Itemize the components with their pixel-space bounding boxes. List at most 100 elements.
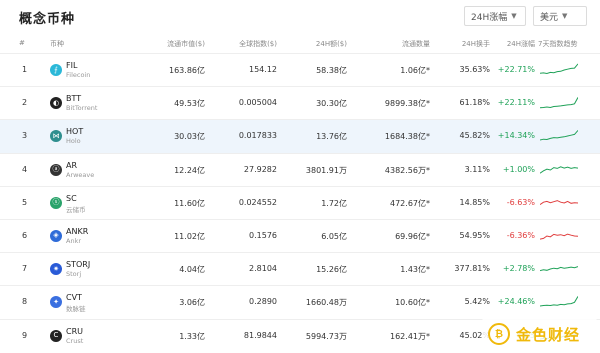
- table-row[interactable]: 6 ◈ ANKR Ankr 11.02亿 0.1576 6.05亿 69.96亿* 54.95%…: [0, 218, 600, 252]
- watermark-text: 金色财经: [516, 325, 581, 344]
- global-index-value: 81.9844: [243, 330, 277, 340]
- row-rank: 9: [22, 330, 28, 340]
- volume-value: 3801.91万: [305, 165, 347, 175]
- coin-symbol[interactable]: HOT: [66, 127, 83, 136]
- row-rank: 8: [22, 297, 28, 307]
- global-index-value: 0.005004: [238, 98, 277, 108]
- storj-icon: ✷: [50, 263, 62, 276]
- bittorrent-icon: ◐: [50, 97, 62, 110]
- coin-symbol[interactable]: AR: [66, 161, 77, 170]
- coin-symbol[interactable]: CVT: [66, 293, 82, 302]
- row-rank: 6: [22, 230, 28, 240]
- sparkline-path: [540, 233, 578, 240]
- coin-name: Ankr: [66, 236, 82, 245]
- crust-icon: C: [50, 329, 62, 342]
- coin-name: 云储币: [66, 205, 86, 214]
- turnover-value: 61.18%: [459, 98, 490, 108]
- market-cap-value: 49.53亿: [174, 99, 205, 109]
- market-cap-value: 30.03亿: [174, 132, 205, 142]
- coin-table-body: 1 ⨍ FIL Filecoin 163.86亿 154.12 58.38亿 1.06亿* 35…: [0, 53, 600, 352]
- col-change[interactable]: 24H涨幅: [507, 39, 535, 49]
- sparkline-path: [540, 266, 578, 272]
- arweave-icon: ⓐ: [50, 163, 62, 176]
- col-supply[interactable]: 流通数量: [402, 39, 430, 49]
- global-index-value: 27.9282: [243, 164, 277, 174]
- coin-name: Holo: [66, 137, 81, 146]
- coin-symbol[interactable]: CRU: [66, 327, 83, 336]
- siacoin-icon: ⓢ: [50, 196, 62, 209]
- coin-symbol[interactable]: STORJ: [66, 260, 90, 269]
- col-global-index[interactable]: 全球指数($): [239, 39, 277, 49]
- sparkline-path: [540, 97, 578, 109]
- market-cap-value: 3.06亿: [179, 298, 205, 308]
- currency-dropdown-label: 美元: [540, 12, 559, 23]
- row-rank: 3: [22, 131, 28, 141]
- supply-value: 472.67亿*: [390, 198, 430, 208]
- col-turnover[interactable]: 24H换手: [462, 39, 490, 49]
- supply-value: 4382.56万*: [384, 165, 430, 175]
- turnover-value: 45.82%: [459, 131, 490, 141]
- global-index-value: 0.024552: [238, 197, 277, 207]
- global-index-value: 0.1576: [249, 230, 277, 240]
- chevron-down-icon: ▼: [562, 12, 568, 20]
- coin-symbol[interactable]: SC: [66, 194, 77, 203]
- market-cap-value: 163.86亿: [169, 66, 205, 75]
- sparkline-path: [540, 199, 578, 205]
- cybervein-icon: ✦: [50, 296, 62, 309]
- row-rank: 1: [22, 65, 28, 74]
- change-value: +14.34%: [497, 131, 535, 141]
- col-coin[interactable]: 币种: [50, 39, 64, 49]
- turnover-value: 5.42%: [464, 297, 490, 307]
- table-row[interactable]: 1 ⨍ FIL Filecoin 163.86亿 154.12 58.38亿 1.06亿* 35…: [0, 53, 600, 86]
- sparkline-path: [540, 63, 578, 75]
- market-cap-value: 11.60亿: [174, 198, 205, 208]
- coin-symbol[interactable]: ANKR: [66, 227, 88, 236]
- trend-sparkline: [540, 97, 578, 109]
- jinse-logo-icon: ₿: [488, 323, 510, 345]
- col-rank[interactable]: #: [19, 39, 25, 47]
- trend-sparkline: [540, 63, 578, 75]
- coin-symbol[interactable]: BTT: [66, 94, 81, 103]
- col-volume[interactable]: 24H额($): [316, 39, 347, 49]
- row-rank: 4: [22, 164, 28, 174]
- supply-value: 162.41万*: [390, 331, 430, 341]
- table-row[interactable]: 5 ⓢ SC 云储币 11.60亿 0.024552 1.72亿 472.67亿* 14.85%…: [0, 185, 600, 219]
- table-row[interactable]: 8 ✦ CVT 数脉链 3.06亿 0.2890 1660.48万 10.60亿* 5.42% +…: [0, 285, 600, 318]
- global-index-value: 154.12: [249, 65, 277, 74]
- market-cap-value: 1.33亿: [179, 331, 205, 341]
- change-value: -6.36%: [506, 230, 535, 240]
- volume-value: 13.76亿: [316, 132, 347, 142]
- volume-value: 30.30亿: [316, 99, 347, 109]
- supply-value: 1684.38亿*: [384, 132, 430, 142]
- table-row[interactable]: 3 ⋈ HOT Holo 30.03亿 0.017833 13.76亿 1684.38亿* 45…: [0, 119, 600, 153]
- change-value: +22.11%: [497, 98, 535, 108]
- global-index-value: 2.8104: [249, 264, 277, 274]
- change-value: +24.46%: [497, 297, 535, 307]
- volume-value: 58.38亿: [316, 66, 347, 75]
- range-dropdown[interactable]: 24H涨幅 ▼: [464, 6, 526, 26]
- market-cap-value: 12.24亿: [174, 165, 205, 175]
- table-row[interactable]: 4 ⓐ AR Arweave 12.24亿 27.9282 3801.91万 4382.56万…: [0, 152, 600, 186]
- volume-value: 1.72亿: [321, 198, 347, 208]
- table-row[interactable]: 7 ✷ STORJ Storj 4.04亿 2.8104 15.26亿 1.43亿* 377.8…: [0, 252, 600, 285]
- volume-value: 6.05亿: [321, 231, 347, 241]
- filecoin-icon: ⨍: [50, 64, 62, 76]
- change-value: +22.71%: [497, 65, 535, 74]
- coin-name: Storj: [66, 270, 82, 279]
- turnover-value: 54.95%: [459, 230, 490, 240]
- coin-symbol[interactable]: FIL: [66, 61, 77, 70]
- trend-sparkline: [540, 296, 578, 307]
- sparkline-path: [540, 296, 578, 307]
- table-row[interactable]: 2 ◐ BTT BitTorrent 49.53亿 0.005004 30.30亿 9899.…: [0, 86, 600, 119]
- watermark: ₿ 金色财经: [482, 318, 597, 350]
- supply-value: 1.06亿*: [400, 66, 430, 75]
- trend-sparkline: [540, 266, 578, 272]
- coin-name: Crust: [66, 336, 84, 345]
- col-trend[interactable]: 7天指数趋势: [538, 39, 577, 49]
- change-value: +1.00%: [502, 164, 535, 174]
- currency-dropdown[interactable]: 美元 ▼: [533, 6, 587, 26]
- col-market-cap[interactable]: 流通市值($): [167, 39, 205, 49]
- trend-sparkline: [540, 233, 578, 240]
- global-index-value: 0.017833: [238, 131, 277, 141]
- supply-value: 9899.38亿*: [384, 99, 430, 109]
